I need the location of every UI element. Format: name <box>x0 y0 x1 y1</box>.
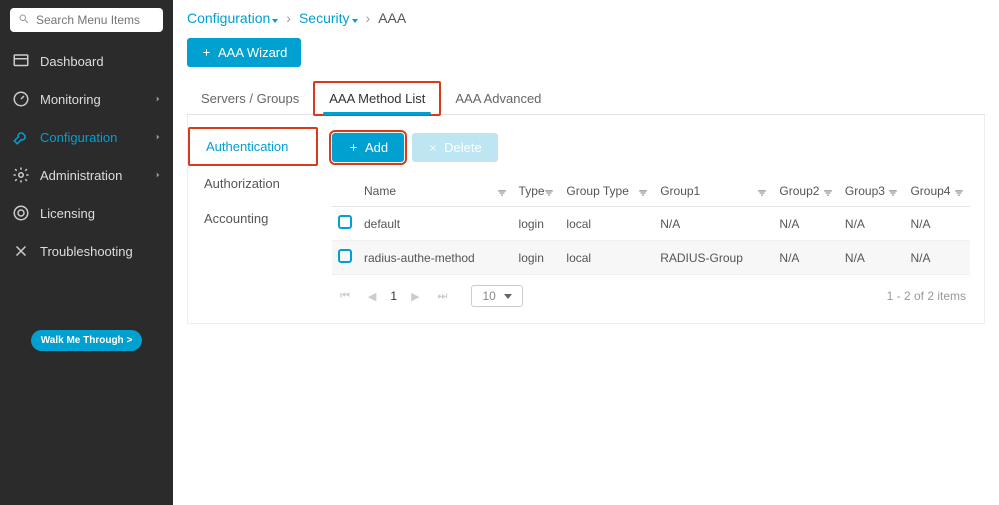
button-label: AAA Wizard <box>218 45 287 60</box>
sidebar-item-troubleshooting[interactable]: Troubleshooting <box>0 232 173 270</box>
row-checkbox[interactable] <box>338 249 352 263</box>
col-group1[interactable]: Group1 <box>654 176 773 207</box>
col-group3[interactable]: Group3 <box>839 176 905 207</box>
breadcrumb-separator: › <box>286 10 291 26</box>
cell-type: login <box>513 241 561 275</box>
sidebar-item-label: Licensing <box>40 206 95 221</box>
col-group-type[interactable]: Group Type <box>560 176 654 207</box>
search-icon <box>18 13 30 25</box>
row-checkbox[interactable] <box>338 215 352 229</box>
tab-aaa-method-list[interactable]: AAA Method List <box>313 81 441 116</box>
cell-name: default <box>358 207 513 241</box>
breadcrumb-separator: › <box>366 10 371 26</box>
pager-last: ⏭ <box>434 288 452 305</box>
sidebar-item-dashboard[interactable]: Dashboard <box>0 42 173 80</box>
cell-group3: N/A <box>839 207 905 241</box>
gear-icon <box>12 166 30 184</box>
sidebar-item-licensing[interactable]: Licensing <box>0 194 173 232</box>
method-list-table: Name Type Group Type Group1 Group2 Group… <box>332 176 970 275</box>
caret-down-icon <box>272 10 278 26</box>
chevron-right-icon <box>153 130 163 145</box>
breadcrumb-label: Configuration <box>187 10 270 26</box>
col-group4[interactable]: Group4 <box>904 176 970 207</box>
pager-next: ▶ <box>407 288 423 305</box>
breadcrumb-current: AAA <box>378 10 406 26</box>
walk-me-through-button[interactable]: Walk Me Through > <box>31 330 143 351</box>
plus-icon <box>348 142 359 153</box>
breadcrumb-configuration[interactable]: Configuration <box>187 10 278 26</box>
sidebar-item-label: Troubleshooting <box>40 244 133 259</box>
cell-group-type: local <box>560 241 654 275</box>
filter-icon[interactable] <box>544 188 554 198</box>
cell-group4: N/A <box>904 241 970 275</box>
caret-down-icon <box>504 294 512 299</box>
col-name[interactable]: Name <box>358 176 513 207</box>
tab-servers-groups[interactable]: Servers / Groups <box>187 83 313 114</box>
sidebar-item-administration[interactable]: Administration <box>0 156 173 194</box>
table-row[interactable]: radius-authe-method login local RADIUS-G… <box>332 241 970 275</box>
subtab-authorization[interactable]: Authorization <box>188 166 318 201</box>
pager-page: 1 <box>390 289 397 303</box>
breadcrumb-label: Security <box>299 10 350 26</box>
cell-group1: N/A <box>654 207 773 241</box>
button-label: Delete <box>444 140 482 155</box>
filter-icon[interactable] <box>954 188 964 198</box>
pager-first: ⏮ <box>336 288 354 305</box>
sidebar: Dashboard Monitoring Configuration <box>0 0 173 505</box>
cell-group2: N/A <box>773 241 839 275</box>
panel: Add Delete Name Type Group Type <box>318 115 984 323</box>
filter-icon[interactable] <box>497 188 507 198</box>
pager-summary: 1 - 2 of 2 items <box>887 289 966 303</box>
col-type[interactable]: Type <box>513 176 561 207</box>
chevron-right-icon <box>153 92 163 107</box>
col-group2[interactable]: Group2 <box>773 176 839 207</box>
cell-group-type: local <box>560 207 654 241</box>
pager-prev: ◀ <box>364 288 380 305</box>
filter-icon[interactable] <box>823 188 833 198</box>
main-content: Configuration › Security › AAA AAA Wizar… <box>173 0 999 505</box>
page-size-select[interactable]: 10 <box>471 285 522 307</box>
subtab-accounting[interactable]: Accounting <box>188 201 318 236</box>
tools-icon <box>12 242 30 260</box>
caret-down-icon <box>352 10 358 26</box>
license-icon <box>12 204 30 222</box>
delete-button: Delete <box>412 133 498 162</box>
sidebar-item-label: Configuration <box>40 130 117 145</box>
cell-type: login <box>513 207 561 241</box>
plus-icon <box>201 47 212 58</box>
cell-group4: N/A <box>904 207 970 241</box>
table-row[interactable]: default login local N/A N/A N/A N/A <box>332 207 970 241</box>
filter-icon[interactable] <box>757 188 767 198</box>
sidebar-item-label: Administration <box>40 168 122 183</box>
x-icon <box>428 143 438 153</box>
search-input[interactable] <box>10 8 163 32</box>
add-button[interactable]: Add <box>332 133 404 162</box>
button-label: Add <box>365 140 388 155</box>
sidebar-item-monitoring[interactable]: Monitoring <box>0 80 173 118</box>
sidebar-item-label: Monitoring <box>40 92 101 107</box>
chevron-right-icon <box>153 168 163 183</box>
subtabs: Authentication Authorization Accounting <box>188 115 318 323</box>
filter-icon[interactable] <box>888 188 898 198</box>
tab-aaa-advanced[interactable]: AAA Advanced <box>441 83 555 114</box>
sidebar-item-label: Dashboard <box>40 54 104 69</box>
page-size-value: 10 <box>482 289 495 303</box>
dashboard-icon <box>12 52 30 70</box>
cell-group3: N/A <box>839 241 905 275</box>
breadcrumb: Configuration › Security › AAA <box>187 10 985 26</box>
breadcrumb-security[interactable]: Security <box>299 10 358 26</box>
cell-group1: RADIUS-Group <box>654 241 773 275</box>
gauge-icon <box>12 90 30 108</box>
sidebar-item-configuration[interactable]: Configuration <box>0 118 173 156</box>
subtab-authentication[interactable]: Authentication <box>188 127 318 166</box>
pager: ⏮ ◀ 1 ▶ ⏭ 10 1 - 2 of 2 items <box>332 275 970 309</box>
filter-icon[interactable] <box>638 188 648 198</box>
wrench-icon <box>12 128 30 146</box>
tabs: Servers / Groups AAA Method List AAA Adv… <box>187 83 985 115</box>
cell-group2: N/A <box>773 207 839 241</box>
aaa-wizard-button[interactable]: AAA Wizard <box>187 38 301 67</box>
cell-name: radius-authe-method <box>358 241 513 275</box>
